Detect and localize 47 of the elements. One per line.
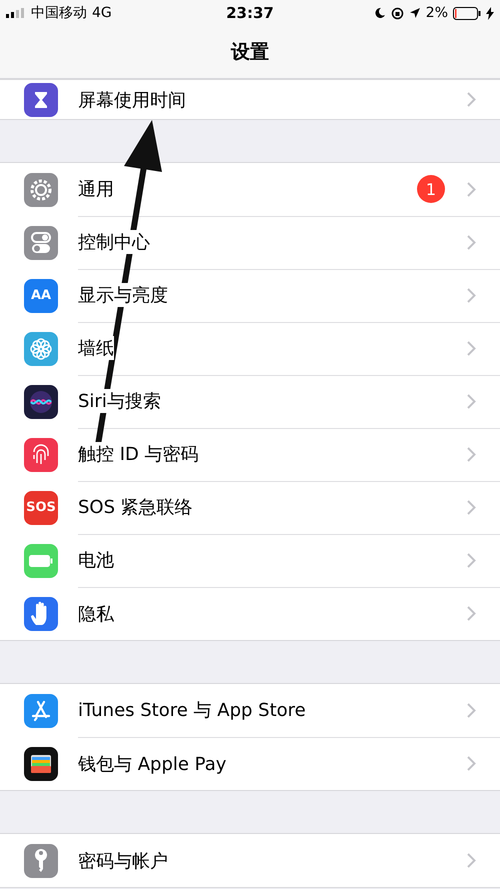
row-label: SOS 紧急联络 bbox=[78, 495, 193, 519]
settings-row[interactable]: 隐私 bbox=[0, 587, 500, 640]
rotation-lock-icon bbox=[390, 6, 404, 20]
row-label: Siri与搜索 bbox=[78, 389, 161, 413]
settings-row[interactable]: iTunes Store 与 App Store bbox=[0, 684, 500, 737]
chevron-icon bbox=[467, 853, 476, 868]
settings-row[interactable]: 密码与帐户 bbox=[0, 834, 500, 887]
settings-row[interactable]: AA 显示与亮度 bbox=[0, 269, 500, 322]
battery-icon bbox=[453, 6, 481, 20]
settings-row[interactable]: 触控 ID 与密码 bbox=[0, 428, 500, 481]
chevron-icon bbox=[467, 288, 476, 302]
chevron-icon bbox=[467, 394, 476, 408]
row-label: 墙纸 bbox=[78, 336, 114, 360]
chevron-icon bbox=[467, 500, 476, 514]
settings-row[interactable]: Siri与搜索 bbox=[0, 375, 500, 428]
network-type: 4G bbox=[92, 5, 112, 21]
clock-time: 23:37 bbox=[226, 4, 274, 22]
notification-badge: 1 bbox=[417, 175, 445, 203]
row-label: 控制中心 bbox=[78, 230, 150, 254]
settings-row[interactable]: 电池 bbox=[0, 534, 500, 587]
chevron-icon bbox=[467, 92, 476, 107]
chevron-icon bbox=[467, 702, 476, 718]
chevron-icon bbox=[467, 446, 476, 462]
row-label: 密码与帐户 bbox=[78, 848, 168, 872]
chevron-icon bbox=[467, 756, 476, 771]
carrier-name: 中国移动 bbox=[31, 4, 87, 22]
page-title: 设置 bbox=[231, 40, 269, 65]
sos-icon: SOS bbox=[24, 490, 58, 524]
chevron-icon bbox=[467, 340, 476, 356]
settings-row[interactable]: 屏幕使用时间 bbox=[0, 80, 500, 119]
chevron-icon bbox=[467, 234, 476, 250]
signal-icon bbox=[6, 8, 26, 18]
chevron-icon bbox=[467, 182, 476, 196]
chevron-icon bbox=[467, 606, 476, 621]
settings-row[interactable]: 通用 1 bbox=[0, 163, 500, 216]
charging-icon bbox=[486, 6, 494, 20]
row-label: iTunes Store 与 App Store bbox=[78, 698, 306, 722]
chevron-icon bbox=[467, 552, 476, 568]
settings-row[interactable]: SOS SOS 紧急联络 bbox=[0, 481, 500, 534]
battery-percent: 2% bbox=[426, 5, 448, 21]
settings-row[interactable]: 墙纸 bbox=[0, 322, 500, 375]
settings-row[interactable]: 钱包与 Apple Pay bbox=[0, 737, 500, 790]
text-icon: AA bbox=[24, 278, 58, 312]
moon-icon bbox=[374, 7, 386, 19]
location-icon bbox=[408, 7, 421, 19]
settings-row[interactable]: 控制中心 bbox=[0, 216, 500, 269]
row-label: 显示与亮度 bbox=[78, 283, 168, 307]
